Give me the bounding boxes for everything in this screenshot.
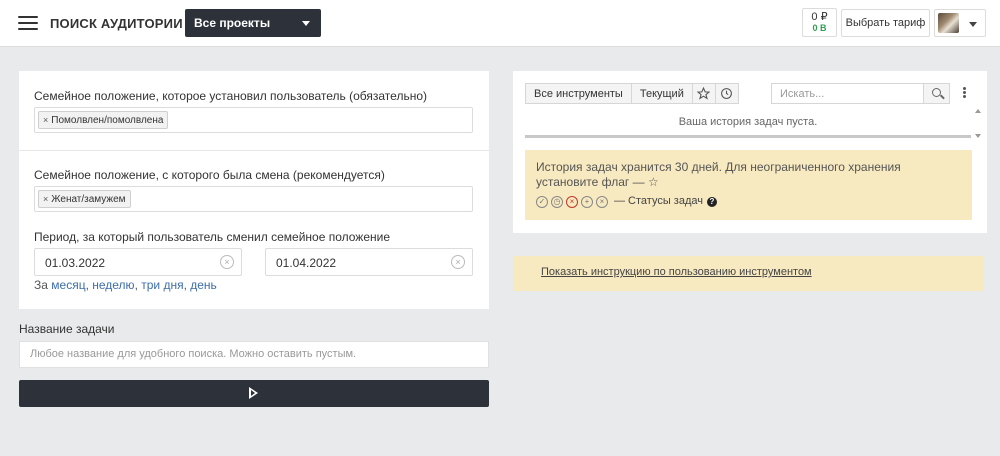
check-circle-icon: ✓: [536, 195, 548, 208]
balance-rub: 0 ₽: [811, 11, 828, 23]
period-three-days-link[interactable]: три дня: [141, 278, 183, 292]
period-label: Период, за который пользователь сменил с…: [34, 230, 390, 244]
hamburger-icon[interactable]: [18, 16, 38, 30]
top-header: ПОИСК АУДИТОРИИ Все проекты 0 ₽ 0 B Выбр…: [0, 0, 1000, 47]
history-search-input[interactable]: Искать...: [771, 83, 924, 104]
error-circle-icon: ×: [566, 195, 578, 208]
balance-points: 0 B: [812, 23, 827, 33]
show-instruction-link[interactable]: Показать инструкцию по пользованию инстр…: [541, 266, 812, 278]
quick-prefix: За: [34, 278, 48, 292]
remove-tag-icon[interactable]: ×: [43, 115, 48, 125]
tab-starred[interactable]: [691, 83, 716, 104]
avatar: [938, 13, 959, 33]
marital-previous-label: Семейное положение, с которого была смен…: [34, 168, 385, 182]
date-from-value: 01.03.2022: [45, 256, 106, 270]
balance-widget[interactable]: 0 ₽ 0 B: [802, 8, 837, 37]
choose-tariff-button[interactable]: Выбрать тариф: [841, 9, 930, 37]
tag-label: Женат/замужем: [51, 194, 126, 205]
search-button[interactable]: [923, 83, 950, 104]
help-icon[interactable]: ?: [706, 196, 717, 207]
history-notice: История задач хранится 30 дней. Для неог…: [525, 150, 972, 220]
chevron-down-icon: [302, 21, 310, 26]
task-name-input[interactable]: Любое название для удобного поиска. Можн…: [19, 341, 489, 368]
tab-all-tools[interactable]: Все инструменты: [525, 83, 632, 104]
marital-previous-input[interactable]: × Женат/замужем: [34, 186, 473, 212]
tab-recent[interactable]: [714, 83, 739, 104]
instruction-box: Показать инструкцию по пользованию инстр…: [513, 256, 984, 291]
project-select-label: Все проекты: [194, 16, 271, 30]
search-form-panel: Семейное положение, которое установил по…: [19, 71, 489, 309]
status-legend: ✓ ◷ × + × — Статусы задач ?: [536, 194, 717, 209]
history-list: Ваша история задач пуста.: [525, 109, 971, 138]
notice-text: История задач хранится 30 дней. Для неог…: [536, 160, 901, 189]
task-name-label: Название задачи: [19, 322, 115, 336]
history-tabs: Все инструменты Текущий: [525, 83, 739, 104]
clock-circle-icon: ◷: [551, 195, 563, 208]
tab-current[interactable]: Текущий: [630, 83, 693, 104]
clock-icon: [721, 88, 733, 99]
marital-current-section: Семейное положение, которое установил по…: [19, 71, 489, 151]
history-empty-text: Ваша история задач пуста.: [678, 116, 818, 128]
date-to-value: 01.04.2022: [276, 256, 337, 270]
tag-label: Помолвлен/помолвлена: [51, 115, 164, 126]
chevron-down-icon: [969, 22, 977, 27]
task-history-panel: Все инструменты Текущий Искать... Ваша и…: [513, 71, 987, 233]
star-icon: [697, 86, 711, 100]
period-week-link[interactable]: неделю: [92, 278, 134, 292]
clear-icon[interactable]: ×: [220, 255, 234, 269]
history-scrollbar[interactable]: [974, 109, 982, 139]
marital-current-label: Семейное положение, которое установил по…: [34, 89, 427, 103]
plus-circle-icon: +: [581, 195, 593, 208]
run-task-button[interactable]: [19, 380, 489, 407]
project-select[interactable]: Все проекты: [185, 9, 321, 37]
user-menu-button[interactable]: [934, 9, 986, 37]
statuses-label: — Статусы задач: [614, 195, 703, 207]
remove-tag-icon[interactable]: ×: [43, 194, 48, 204]
tag-chip: × Помолвлен/помолвлена: [38, 111, 169, 129]
period-day-link[interactable]: день: [190, 278, 217, 292]
date-to-input[interactable]: 01.04.2022 ×: [265, 248, 473, 276]
quick-period-links: За месяц, неделю, три дня, день: [34, 278, 217, 292]
date-from-input[interactable]: 01.03.2022 ×: [34, 248, 242, 276]
page-title: ПОИСК АУДИТОРИИ: [50, 16, 183, 31]
period-month-link[interactable]: месяц: [51, 278, 85, 292]
clear-icon[interactable]: ×: [451, 255, 465, 269]
marital-current-input[interactable]: × Помолвлен/помолвлена: [34, 107, 473, 133]
cancel-circle-icon: ×: [596, 195, 608, 208]
kebab-icon[interactable]: [963, 87, 967, 99]
tag-chip: × Женат/замужем: [38, 190, 131, 208]
